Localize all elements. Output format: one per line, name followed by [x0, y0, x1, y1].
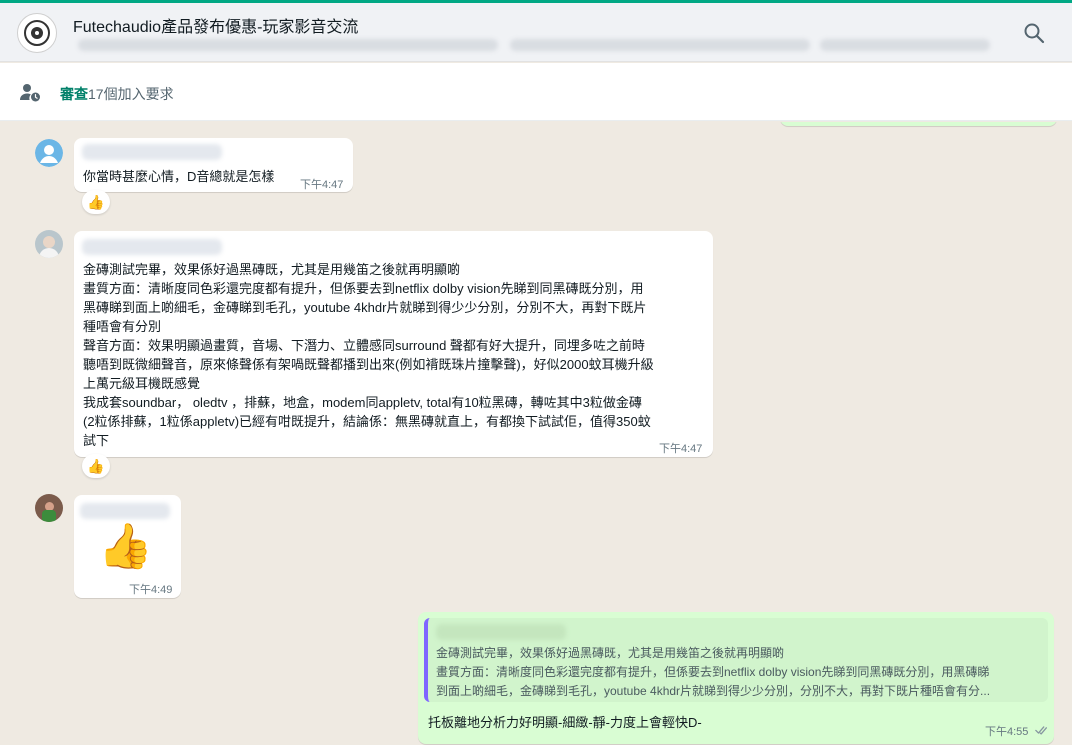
quoted-message[interactable]: 金磚測試完畢，效果係好過黑磚既，尤其是用幾笛之後就再明顯啲 畫質方面：清晰度同色…: [424, 618, 1048, 702]
members-list-blurred: [78, 39, 498, 51]
previous-outgoing-message: [780, 122, 1057, 126]
members-list-blurred-3: [820, 39, 990, 51]
pending-requests-text: 審查17個加入要求: [60, 84, 174, 104]
quoted-text: 金磚測試完畢，效果係好過黑磚既，尤其是用幾笛之後就再明顯啲 畫質方面：清晰度同色…: [436, 646, 991, 698]
sticker-bubble[interactable]: 👍 下午4:49: [74, 495, 181, 598]
sender-name-blurred: [82, 144, 222, 160]
members-list-blurred-2: [510, 39, 810, 51]
outgoing-message-bubble[interactable]: 金磚測試完畢，效果係好過黑磚既，尤其是用幾笛之後就再明顯啲 畫質方面：清晰度同色…: [418, 612, 1054, 744]
message-text: 你當時甚麼心情，D音總就是怎樣: [83, 169, 275, 184]
message-text: 金磚測試完畢，效果係好過黑磚既，尤其是用幾笛之後就再明顯啲 畫質方面：清晰度同色…: [83, 262, 654, 448]
message-time: 下午4:47: [300, 179, 344, 191]
message-text: 托板離地分析力好明顯-細緻-靜-力度上會輕快D-: [428, 715, 702, 730]
thumbs-up-sticker: 👍: [98, 522, 153, 571]
group-avatar[interactable]: [17, 13, 57, 53]
chat-header[interactable]: Futechaudio產品發布優惠-玩家影音交流: [0, 3, 1072, 62]
user-avatar[interactable]: [35, 230, 63, 258]
reaction-thumbs-up[interactable]: 👍: [82, 190, 110, 214]
default-avatar-icon[interactable]: [35, 139, 63, 167]
pending-count-text: 17個加入要求: [88, 86, 174, 102]
user-avatar[interactable]: [35, 494, 63, 522]
double-check-icon: [1035, 726, 1048, 735]
message-bubble[interactable]: 金磚測試完畢，效果係好過黑磚既，尤其是用幾笛之後就再明顯啲 畫質方面：清晰度同色…: [74, 231, 713, 457]
quoted-sender-blurred: [436, 624, 566, 640]
sender-name-blurred: [80, 503, 170, 519]
review-link[interactable]: 審查: [60, 86, 88, 102]
pending-requests-bar: 審查17個加入要求: [0, 63, 1072, 121]
search-icon[interactable]: [1020, 19, 1048, 47]
message-time: 下午4:47: [659, 443, 703, 455]
person-clock-icon: [20, 84, 40, 102]
sender-name-blurred: [82, 239, 222, 255]
message-time: 下午4:49: [129, 584, 173, 596]
group-title[interactable]: Futechaudio產品發布優惠-玩家影音交流: [73, 13, 358, 37]
message-bubble[interactable]: 你當時甚麼心情，D音總就是怎樣 下午4:47: [74, 138, 353, 192]
message-time: 下午4:55: [985, 726, 1029, 738]
reaction-thumbs-up[interactable]: 👍: [82, 454, 110, 478]
chat-area[interactable]: 你當時甚麼心情，D音總就是怎樣 下午4:47 👍 金磚測試完畢，效果係好過黑磚既…: [0, 122, 1072, 745]
